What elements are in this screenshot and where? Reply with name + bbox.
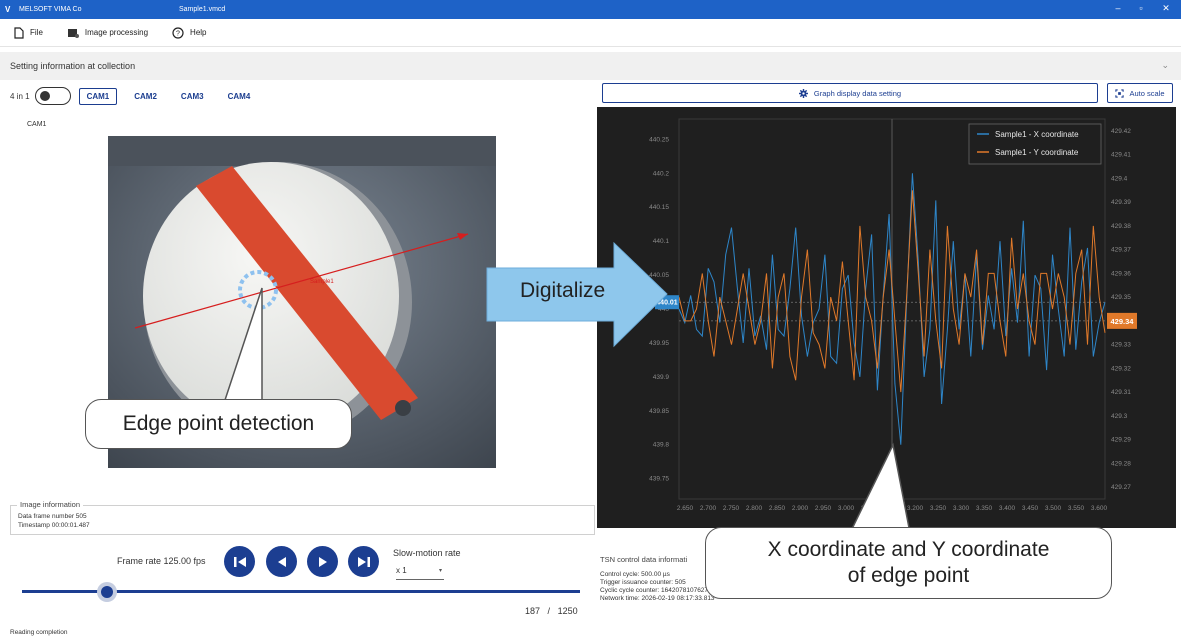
xy-callout-line1: X coordinate and Y coordinate bbox=[767, 538, 1050, 561]
edge-callout-pointer bbox=[223, 287, 263, 401]
edge-detection-text: Edge point detection bbox=[122, 412, 315, 435]
xy-coordinate-callout: X coordinate and Y coordinate of edge po… bbox=[705, 527, 1112, 599]
digitalize-label: Digitalize bbox=[520, 279, 606, 302]
xy-callout-line2: of edge point bbox=[847, 564, 970, 587]
xy-callout-pointer bbox=[848, 442, 911, 534]
edge-detection-callout: Edge point detection bbox=[85, 399, 352, 449]
